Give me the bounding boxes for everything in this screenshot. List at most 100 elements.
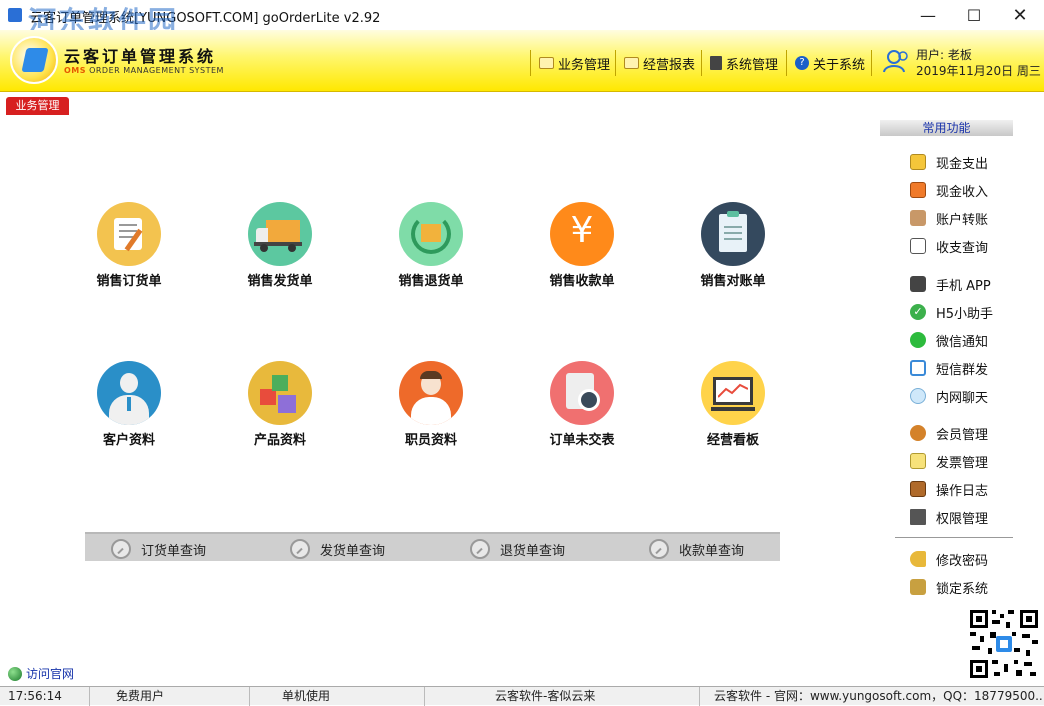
minimize-button[interactable]: — bbox=[905, 0, 951, 30]
folder-icon bbox=[539, 57, 554, 69]
transfer-sign-icon bbox=[910, 210, 926, 226]
help-icon: ? bbox=[795, 56, 809, 70]
tile-sales-order[interactable]: 销售订货单 bbox=[74, 202, 184, 289]
cash-in-icon bbox=[910, 182, 926, 198]
monitor-icon bbox=[910, 509, 926, 525]
tile-unfulfilled-orders[interactable]: 订单未交表 bbox=[527, 361, 637, 448]
tile-label: 客户资料 bbox=[102, 433, 155, 448]
tile-customer-data[interactable]: 客户资料 bbox=[74, 361, 184, 448]
status-user-type: 免费用户 bbox=[90, 687, 250, 706]
nav-system-management[interactable]: 系统管理 bbox=[701, 50, 786, 76]
receipt-query-button[interactable]: 收款单查询 bbox=[649, 538, 744, 560]
app-icon bbox=[8, 8, 22, 22]
title-bar: 云客订单管理系统[YUNGOSOFT.COM] goOrderLite v2.9… bbox=[0, 0, 1044, 38]
sidebar-item-h5-assistant[interactable]: ✓ H5小助手 bbox=[910, 303, 993, 322]
sidebar-item-permissions[interactable]: 权限管理 bbox=[910, 508, 988, 527]
current-date: 2019年11月20日 周三 bbox=[916, 64, 1041, 78]
wechat-icon bbox=[910, 332, 926, 348]
lock-icon bbox=[910, 579, 926, 595]
logo-icon bbox=[10, 36, 58, 84]
tile-sales-statement[interactable]: 销售对账单 bbox=[678, 202, 788, 289]
status-bar: 17:56:14 免费用户 单机使用 云客软件-客似云来 云客软件 - 官网：w… bbox=[0, 686, 1044, 706]
sidebar-item-members[interactable]: 会员管理 bbox=[910, 424, 988, 443]
system-icon bbox=[710, 56, 722, 70]
search-icon bbox=[649, 539, 669, 559]
header-banner: 云客订单管理系统 OMS ORDER MANAGEMENT SYSTEM 业务管… bbox=[0, 30, 1044, 92]
invoice-icon bbox=[910, 453, 926, 469]
status-slogan: 云客软件-客似云来 bbox=[425, 687, 700, 706]
brand-subtitle: OMS ORDER MANAGEMENT SYSTEM bbox=[64, 66, 224, 75]
stopwatch-icon bbox=[550, 361, 614, 425]
tab-business-management[interactable]: 业务管理 bbox=[6, 97, 69, 115]
order-query-button[interactable]: 订货单查询 bbox=[111, 538, 206, 560]
tile-label: 销售发货单 bbox=[247, 274, 313, 289]
tile-label: 订单未交表 bbox=[549, 433, 615, 448]
sidebar-item-cash-out[interactable]: 现金支出 bbox=[910, 153, 988, 172]
delivery-query-button[interactable]: 发货单查询 bbox=[290, 538, 385, 560]
tile-label: 经营看板 bbox=[706, 433, 759, 448]
member-badge-icon bbox=[910, 425, 926, 441]
sidebar-item-operation-log[interactable]: 操作日志 bbox=[910, 480, 988, 499]
tile-sales-receipt[interactable]: ¥ 销售收款单 bbox=[527, 202, 637, 289]
log-book-icon bbox=[910, 481, 926, 497]
sidebar-item-lock-system[interactable]: 锁定系统 bbox=[910, 578, 988, 597]
maximize-button[interactable]: ☐ bbox=[951, 0, 997, 30]
nav-about-system[interactable]: ? 关于系统 bbox=[786, 50, 873, 76]
folder-icon bbox=[624, 57, 639, 69]
tile-sales-return[interactable]: 销售退货单 bbox=[376, 202, 486, 289]
globe-icon bbox=[8, 666, 22, 681]
search-icon bbox=[111, 539, 131, 559]
user-icon bbox=[883, 50, 908, 73]
yuan-icon: ¥ bbox=[550, 202, 614, 266]
sidebar-item-cash-in[interactable]: 现金收入 bbox=[910, 181, 988, 200]
brand-title: 云客订单管理系统 bbox=[64, 47, 217, 66]
sidebar-item-change-password[interactable]: 修改密码 bbox=[910, 550, 988, 569]
return-query-button[interactable]: 退货单查询 bbox=[470, 538, 565, 560]
search-icon bbox=[470, 539, 490, 559]
check-circle-icon: ✓ bbox=[910, 304, 926, 320]
delivery-truck-icon bbox=[248, 202, 312, 266]
product-blocks-icon bbox=[248, 361, 312, 425]
query-icon bbox=[910, 238, 926, 254]
chat-bubble-icon bbox=[910, 388, 926, 404]
phone-calculator-icon bbox=[910, 276, 926, 292]
sidebar-item-sms[interactable]: 短信群发 bbox=[910, 359, 988, 378]
tile-label: 产品资料 bbox=[253, 433, 306, 448]
tile-label: 销售收款单 bbox=[549, 274, 615, 289]
staff-icon bbox=[399, 361, 463, 425]
sidebar-title: 常用功能 bbox=[880, 120, 1013, 136]
tile-business-dashboard[interactable]: 经营看板 bbox=[678, 361, 788, 448]
tile-label: 职员资料 bbox=[404, 433, 457, 448]
nav-business-reports[interactable]: 经营报表 bbox=[615, 50, 703, 76]
tile-product-data[interactable]: 产品资料 bbox=[225, 361, 335, 448]
status-time: 17:56:14 bbox=[0, 687, 90, 706]
tile-label: 销售对账单 bbox=[700, 274, 766, 289]
visit-website-link[interactable]: 访问官网 bbox=[8, 665, 74, 682]
close-button[interactable]: ✕ bbox=[997, 0, 1043, 30]
clipboard-icon bbox=[701, 202, 765, 266]
key-icon bbox=[910, 551, 926, 567]
sidebar-item-mobile-app[interactable]: 手机 APP bbox=[910, 275, 991, 294]
return-cycle-icon bbox=[399, 202, 463, 266]
sidebar-item-intranet-chat[interactable]: 内网聊天 bbox=[910, 387, 988, 406]
dashboard-monitor-icon bbox=[701, 361, 765, 425]
tile-label: 销售订货单 bbox=[96, 274, 162, 289]
sidebar-item-wechat[interactable]: 微信通知 bbox=[910, 331, 988, 350]
nav-business-management[interactable]: 业务管理 bbox=[530, 50, 618, 76]
user-name: 用户: 老板 bbox=[916, 48, 972, 62]
tile-staff-data[interactable]: 职员资料 bbox=[376, 361, 486, 448]
sidebar-item-balance-query[interactable]: 收支查询 bbox=[910, 237, 988, 256]
tile-sales-delivery[interactable]: 销售发货单 bbox=[225, 202, 335, 289]
status-mode: 单机使用 bbox=[250, 687, 425, 706]
status-contact: 云客软件 - 官网：www.yungosoft.com，QQ：18779500.… bbox=[714, 689, 1044, 703]
search-icon bbox=[290, 539, 310, 559]
sms-icon bbox=[910, 360, 926, 376]
sidebar-item-invoices[interactable]: 发票管理 bbox=[910, 452, 988, 471]
sidebar-item-transfer[interactable]: 账户转账 bbox=[910, 209, 988, 228]
tile-label: 销售退货单 bbox=[398, 274, 464, 289]
order-form-icon bbox=[97, 202, 161, 266]
cash-out-icon bbox=[910, 154, 926, 170]
customer-icon bbox=[97, 361, 161, 425]
qr-code-icon bbox=[968, 608, 1040, 680]
query-toolbar: 订货单查询 发货单查询 退货单查询 收款单查询 bbox=[85, 532, 780, 561]
